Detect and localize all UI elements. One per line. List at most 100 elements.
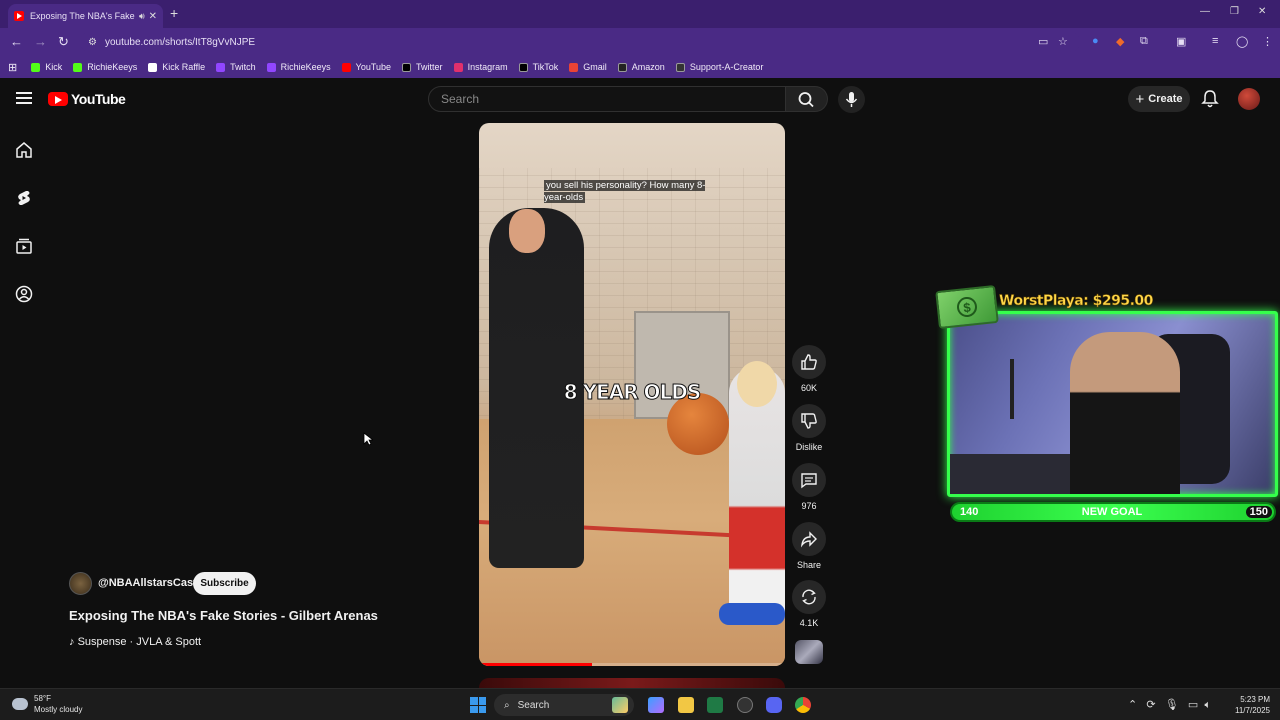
back-icon[interactable]: ← — [10, 34, 23, 49]
video-progress-bar[interactable] — [479, 663, 785, 666]
extension-fox-icon[interactable]: ◆ — [1116, 35, 1124, 48]
subscribe-button[interactable]: Subscribe — [193, 572, 256, 595]
system-tray[interactable]: ⌃ ⟳ 🎙︎ ▭ 🔈︎ — [1128, 698, 1211, 712]
apps-grid-icon[interactable]: ⊞ — [8, 61, 17, 74]
forward-icon[interactable]: → — [34, 34, 47, 49]
minimize-icon[interactable]: — — [1200, 6, 1210, 17]
short-video-player[interactable]: you sell his personality? How many 8-yea… — [479, 123, 785, 666]
creator-icon — [675, 62, 685, 72]
kick-icon — [31, 62, 41, 72]
remix-count: 4.1K — [799, 618, 819, 628]
shorts-icon[interactable] — [14, 188, 34, 208]
cast-icon[interactable]: ▭ — [1038, 35, 1048, 48]
bookmark-twitch[interactable]: Twitch — [216, 62, 256, 72]
browser-tab[interactable]: Exposing The NBA's Fake S 🔊︎ ✕ — [8, 4, 163, 28]
maximize-icon[interactable]: ❐ — [1230, 6, 1239, 17]
file-explorer-icon[interactable] — [678, 697, 694, 713]
video-title[interactable]: Exposing The NBA's Fake Stories - Gilber… — [69, 608, 378, 623]
voice-search-button[interactable] — [838, 86, 865, 113]
mouse-cursor-icon — [363, 432, 373, 446]
bookmark-youtube[interactable]: YouTube — [341, 62, 391, 72]
address-bar[interactable]: ⚙ youtube.com/shorts/ItT8gVvNJPE — [80, 32, 1080, 52]
channel-avatar[interactable] — [69, 572, 92, 595]
media-controls-icon[interactable]: ≡ — [1212, 35, 1218, 47]
money-icon: $ — [935, 284, 999, 330]
comment-count: 976 — [801, 501, 817, 511]
new-tab-button[interactable]: + — [170, 5, 178, 21]
site-info-icon[interactable]: ⚙ — [88, 37, 97, 48]
channel-handle[interactable]: @NBAAllstarsCast — [98, 577, 197, 589]
reload-icon[interactable]: ↻ — [58, 34, 69, 50]
excel-icon[interactable] — [707, 697, 723, 713]
music-note-icon: ♪ — [69, 636, 78, 648]
kebab-menu-icon[interactable]: ⋮ — [1262, 35, 1273, 48]
bookmark-richiekeeys-twitch[interactable]: RichieKeeys — [266, 62, 331, 72]
audio-thumbnail[interactable] — [795, 640, 823, 664]
goal-label: NEW GOAL — [1081, 506, 1143, 518]
remix-button[interactable]: 4.1K — [790, 580, 828, 628]
sync-icon[interactable]: ⟳ — [1146, 699, 1155, 711]
bookmark-instagram[interactable]: Instagram — [453, 62, 508, 72]
microphone-tray-icon[interactable]: 🎙︎ — [1165, 699, 1179, 711]
profile-icon[interactable]: ◯ — [1236, 35, 1248, 48]
weather-temp: 58°F — [34, 694, 51, 703]
extensions-puzzle-icon[interactable]: ⧉ — [1140, 35, 1148, 48]
goal-current: 140 — [960, 506, 979, 518]
browser-title-bar: Exposing The NBA's Fake S 🔊︎ ✕ + — ❐ ✕ — [0, 0, 1280, 28]
chevron-up-icon[interactable]: ⌃ — [1128, 699, 1137, 711]
discord-icon[interactable] — [766, 697, 782, 713]
kick-icon — [73, 62, 83, 72]
bookmark-amazon[interactable]: Amazon — [617, 62, 665, 72]
search-button[interactable] — [786, 86, 828, 112]
music-credit[interactable]: ♪ Suspense · JVLA & Spott — [69, 636, 201, 648]
bookmark-twitter[interactable]: Twitter — [402, 62, 443, 72]
top-donation-text: WorstPlaya: $295.00 — [999, 293, 1154, 310]
bookmark-support-a-creator[interactable]: Support-A-Creator — [675, 62, 763, 72]
close-window-icon[interactable]: ✕ — [1258, 6, 1266, 17]
bookmark-tiktok[interactable]: TikTok — [518, 62, 558, 72]
volume-icon[interactable]: 🔈︎ — [1204, 699, 1211, 711]
close-tab-icon[interactable]: ✕ — [149, 11, 157, 22]
create-button[interactable]: + Create — [1128, 86, 1190, 112]
gmail-icon — [569, 62, 579, 72]
bookmark-kick[interactable]: Kick — [31, 62, 62, 72]
dislike-label: Dislike — [795, 442, 823, 452]
hamburger-menu-icon[interactable] — [16, 92, 32, 106]
bookmark-kick-raffle[interactable]: Kick Raffle — [148, 62, 205, 72]
windows-taskbar: 58°F Mostly cloudy ⌕ Search ⌃ ⟳ 🎙︎ ▭ 🔈︎ 5:… — [0, 688, 1280, 720]
like-button[interactable]: 60K — [790, 345, 828, 393]
copilot-icon[interactable] — [648, 697, 664, 713]
webcam-overlay — [947, 311, 1278, 497]
youtube-icon — [341, 62, 351, 72]
dislike-button[interactable]: Dislike — [790, 404, 828, 452]
subscriptions-icon[interactable] — [14, 236, 34, 256]
share-arrow-icon — [800, 531, 817, 548]
twitch-icon — [266, 62, 276, 72]
video-overlay-text: 8 YEAR OLDS — [563, 380, 702, 405]
share-button[interactable]: Share — [790, 522, 828, 570]
notifications-bell-icon[interactable] — [1201, 89, 1219, 109]
speaker-icon[interactable]: 🔊︎ — [139, 11, 145, 22]
account-avatar[interactable] — [1238, 88, 1260, 110]
bookmark-gmail[interactable]: Gmail — [569, 62, 607, 72]
cloudy-weather-icon — [12, 698, 28, 710]
weather-widget[interactable]: 58°F Mostly cloudy — [12, 693, 82, 715]
weather-desc: Mostly cloudy — [34, 705, 83, 714]
bookmark-richiekeeys-kick[interactable]: RichieKeeys — [73, 62, 137, 72]
video-adult-head — [509, 209, 545, 253]
widgets-app-icon[interactable] — [612, 697, 628, 713]
like-count: 60K — [800, 383, 817, 393]
clock[interactable]: 5:23 PM 11/7/2025 — [1228, 694, 1270, 716]
youtube-logo[interactable]: YouTube — [48, 91, 126, 107]
display-icon[interactable]: ▭ — [1188, 699, 1198, 711]
obs-icon[interactable] — [737, 697, 753, 713]
extension-icon[interactable]: ● — [1092, 35, 1099, 47]
home-icon[interactable] — [14, 140, 34, 160]
search-input[interactable]: Search — [428, 86, 786, 112]
chrome-icon[interactable] — [795, 697, 811, 713]
windows-start-icon[interactable] — [470, 697, 486, 713]
bookmark-star-icon[interactable]: ☆ — [1058, 35, 1068, 48]
you-profile-icon[interactable] — [14, 284, 34, 304]
side-panel-icon[interactable]: ▣ — [1176, 35, 1186, 48]
comments-button[interactable]: 976 — [790, 463, 828, 511]
